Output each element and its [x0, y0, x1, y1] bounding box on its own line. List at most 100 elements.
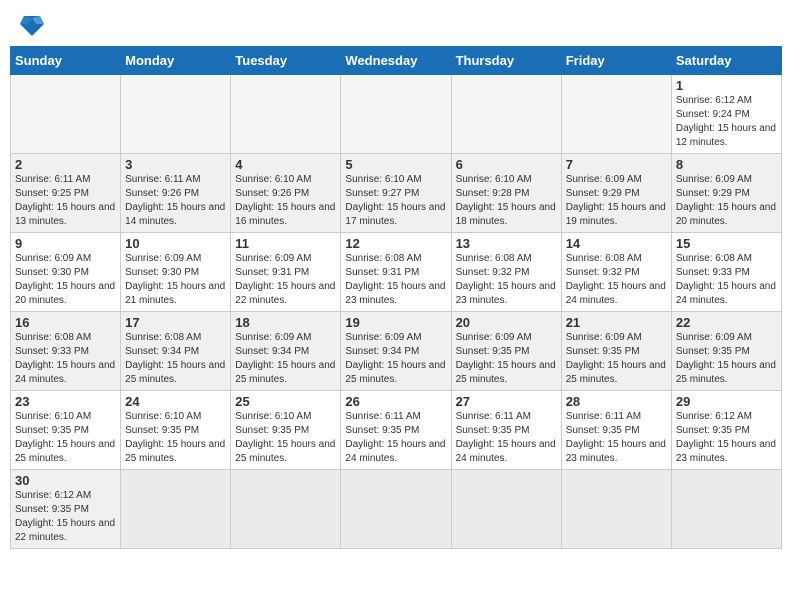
day-number: 23	[15, 394, 116, 409]
day-info: Sunrise: 6:10 AM Sunset: 9:35 PM Dayligh…	[125, 410, 226, 466]
calendar-cell	[341, 470, 451, 549]
calendar: SundayMondayTuesdayWednesdayThursdayFrid…	[10, 46, 782, 549]
calendar-cell	[561, 75, 671, 154]
day-number: 22	[676, 315, 777, 330]
calendar-cell: 13Sunrise: 6:08 AM Sunset: 9:32 PM Dayli…	[451, 233, 561, 312]
day-info: Sunrise: 6:10 AM Sunset: 9:35 PM Dayligh…	[235, 410, 336, 466]
day-info: Sunrise: 6:12 AM Sunset: 9:24 PM Dayligh…	[676, 94, 777, 150]
header-tuesday: Tuesday	[231, 47, 341, 75]
day-number: 29	[676, 394, 777, 409]
calendar-cell: 15Sunrise: 6:08 AM Sunset: 9:33 PM Dayli…	[671, 233, 781, 312]
calendar-cell: 6Sunrise: 6:10 AM Sunset: 9:28 PM Daylig…	[451, 154, 561, 233]
calendar-cell: 4Sunrise: 6:10 AM Sunset: 9:26 PM Daylig…	[231, 154, 341, 233]
day-info: Sunrise: 6:10 AM Sunset: 9:35 PM Dayligh…	[15, 410, 116, 466]
day-info: Sunrise: 6:08 AM Sunset: 9:32 PM Dayligh…	[566, 252, 667, 308]
calendar-cell: 28Sunrise: 6:11 AM Sunset: 9:35 PM Dayli…	[561, 391, 671, 470]
calendar-cell: 8Sunrise: 6:09 AM Sunset: 9:29 PM Daylig…	[671, 154, 781, 233]
day-info: Sunrise: 6:08 AM Sunset: 9:33 PM Dayligh…	[676, 252, 777, 308]
page-header	[10, 10, 782, 38]
header-saturday: Saturday	[671, 47, 781, 75]
calendar-cell: 9Sunrise: 6:09 AM Sunset: 9:30 PM Daylig…	[11, 233, 121, 312]
day-info: Sunrise: 6:11 AM Sunset: 9:35 PM Dayligh…	[566, 410, 667, 466]
day-info: Sunrise: 6:09 AM Sunset: 9:30 PM Dayligh…	[125, 252, 226, 308]
calendar-cell	[231, 75, 341, 154]
calendar-cell: 24Sunrise: 6:10 AM Sunset: 9:35 PM Dayli…	[121, 391, 231, 470]
week-row-0: 1Sunrise: 6:12 AM Sunset: 9:24 PM Daylig…	[11, 75, 782, 154]
day-number: 8	[676, 157, 777, 172]
header-monday: Monday	[121, 47, 231, 75]
calendar-cell	[451, 75, 561, 154]
calendar-cell: 29Sunrise: 6:12 AM Sunset: 9:35 PM Dayli…	[671, 391, 781, 470]
calendar-cell: 1Sunrise: 6:12 AM Sunset: 9:24 PM Daylig…	[671, 75, 781, 154]
day-info: Sunrise: 6:08 AM Sunset: 9:31 PM Dayligh…	[345, 252, 446, 308]
day-number: 10	[125, 236, 226, 251]
day-number: 21	[566, 315, 667, 330]
calendar-cell: 30Sunrise: 6:12 AM Sunset: 9:35 PM Dayli…	[11, 470, 121, 549]
calendar-cell: 27Sunrise: 6:11 AM Sunset: 9:35 PM Dayli…	[451, 391, 561, 470]
day-number: 9	[15, 236, 116, 251]
header-thursday: Thursday	[451, 47, 561, 75]
week-row-3: 16Sunrise: 6:08 AM Sunset: 9:33 PM Dayli…	[11, 312, 782, 391]
calendar-cell: 14Sunrise: 6:08 AM Sunset: 9:32 PM Dayli…	[561, 233, 671, 312]
day-info: Sunrise: 6:11 AM Sunset: 9:35 PM Dayligh…	[345, 410, 446, 466]
day-info: Sunrise: 6:09 AM Sunset: 9:35 PM Dayligh…	[456, 331, 557, 387]
calendar-cell	[451, 470, 561, 549]
calendar-cell: 21Sunrise: 6:09 AM Sunset: 9:35 PM Dayli…	[561, 312, 671, 391]
calendar-cell: 23Sunrise: 6:10 AM Sunset: 9:35 PM Dayli…	[11, 391, 121, 470]
week-row-5: 30Sunrise: 6:12 AM Sunset: 9:35 PM Dayli…	[11, 470, 782, 549]
calendar-cell: 12Sunrise: 6:08 AM Sunset: 9:31 PM Dayli…	[341, 233, 451, 312]
calendar-cell	[121, 470, 231, 549]
calendar-cell: 2Sunrise: 6:11 AM Sunset: 9:25 PM Daylig…	[11, 154, 121, 233]
day-number: 26	[345, 394, 446, 409]
day-number: 16	[15, 315, 116, 330]
week-row-4: 23Sunrise: 6:10 AM Sunset: 9:35 PM Dayli…	[11, 391, 782, 470]
day-info: Sunrise: 6:11 AM Sunset: 9:35 PM Dayligh…	[456, 410, 557, 466]
logo	[14, 10, 48, 38]
day-number: 3	[125, 157, 226, 172]
calendar-cell	[121, 75, 231, 154]
calendar-cell: 5Sunrise: 6:10 AM Sunset: 9:27 PM Daylig…	[341, 154, 451, 233]
day-number: 15	[676, 236, 777, 251]
calendar-cell: 20Sunrise: 6:09 AM Sunset: 9:35 PM Dayli…	[451, 312, 561, 391]
calendar-cell	[231, 470, 341, 549]
day-info: Sunrise: 6:08 AM Sunset: 9:33 PM Dayligh…	[15, 331, 116, 387]
day-info: Sunrise: 6:09 AM Sunset: 9:35 PM Dayligh…	[676, 331, 777, 387]
day-number: 5	[345, 157, 446, 172]
logo-icon	[16, 10, 48, 38]
calendar-cell: 10Sunrise: 6:09 AM Sunset: 9:30 PM Dayli…	[121, 233, 231, 312]
day-info: Sunrise: 6:09 AM Sunset: 9:35 PM Dayligh…	[566, 331, 667, 387]
calendar-cell: 22Sunrise: 6:09 AM Sunset: 9:35 PM Dayli…	[671, 312, 781, 391]
calendar-cell: 7Sunrise: 6:09 AM Sunset: 9:29 PM Daylig…	[561, 154, 671, 233]
day-number: 18	[235, 315, 336, 330]
day-number: 1	[676, 78, 777, 93]
day-number: 13	[456, 236, 557, 251]
calendar-cell: 18Sunrise: 6:09 AM Sunset: 9:34 PM Dayli…	[231, 312, 341, 391]
day-number: 2	[15, 157, 116, 172]
day-number: 25	[235, 394, 336, 409]
calendar-cell: 11Sunrise: 6:09 AM Sunset: 9:31 PM Dayli…	[231, 233, 341, 312]
day-number: 27	[456, 394, 557, 409]
day-number: 12	[345, 236, 446, 251]
calendar-cell	[341, 75, 451, 154]
calendar-cell: 26Sunrise: 6:11 AM Sunset: 9:35 PM Dayli…	[341, 391, 451, 470]
day-number: 11	[235, 236, 336, 251]
day-info: Sunrise: 6:09 AM Sunset: 9:34 PM Dayligh…	[235, 331, 336, 387]
day-info: Sunrise: 6:09 AM Sunset: 9:30 PM Dayligh…	[15, 252, 116, 308]
day-info: Sunrise: 6:10 AM Sunset: 9:28 PM Dayligh…	[456, 173, 557, 229]
calendar-header-row: SundayMondayTuesdayWednesdayThursdayFrid…	[11, 47, 782, 75]
day-number: 20	[456, 315, 557, 330]
day-number: 17	[125, 315, 226, 330]
calendar-cell: 3Sunrise: 6:11 AM Sunset: 9:26 PM Daylig…	[121, 154, 231, 233]
calendar-cell: 25Sunrise: 6:10 AM Sunset: 9:35 PM Dayli…	[231, 391, 341, 470]
calendar-cell: 16Sunrise: 6:08 AM Sunset: 9:33 PM Dayli…	[11, 312, 121, 391]
day-info: Sunrise: 6:10 AM Sunset: 9:27 PM Dayligh…	[345, 173, 446, 229]
day-info: Sunrise: 6:11 AM Sunset: 9:25 PM Dayligh…	[15, 173, 116, 229]
calendar-cell	[11, 75, 121, 154]
day-info: Sunrise: 6:09 AM Sunset: 9:31 PM Dayligh…	[235, 252, 336, 308]
calendar-cell: 19Sunrise: 6:09 AM Sunset: 9:34 PM Dayli…	[341, 312, 451, 391]
week-row-2: 9Sunrise: 6:09 AM Sunset: 9:30 PM Daylig…	[11, 233, 782, 312]
header-sunday: Sunday	[11, 47, 121, 75]
day-number: 30	[15, 473, 116, 488]
header-wednesday: Wednesday	[341, 47, 451, 75]
day-info: Sunrise: 6:12 AM Sunset: 9:35 PM Dayligh…	[676, 410, 777, 466]
